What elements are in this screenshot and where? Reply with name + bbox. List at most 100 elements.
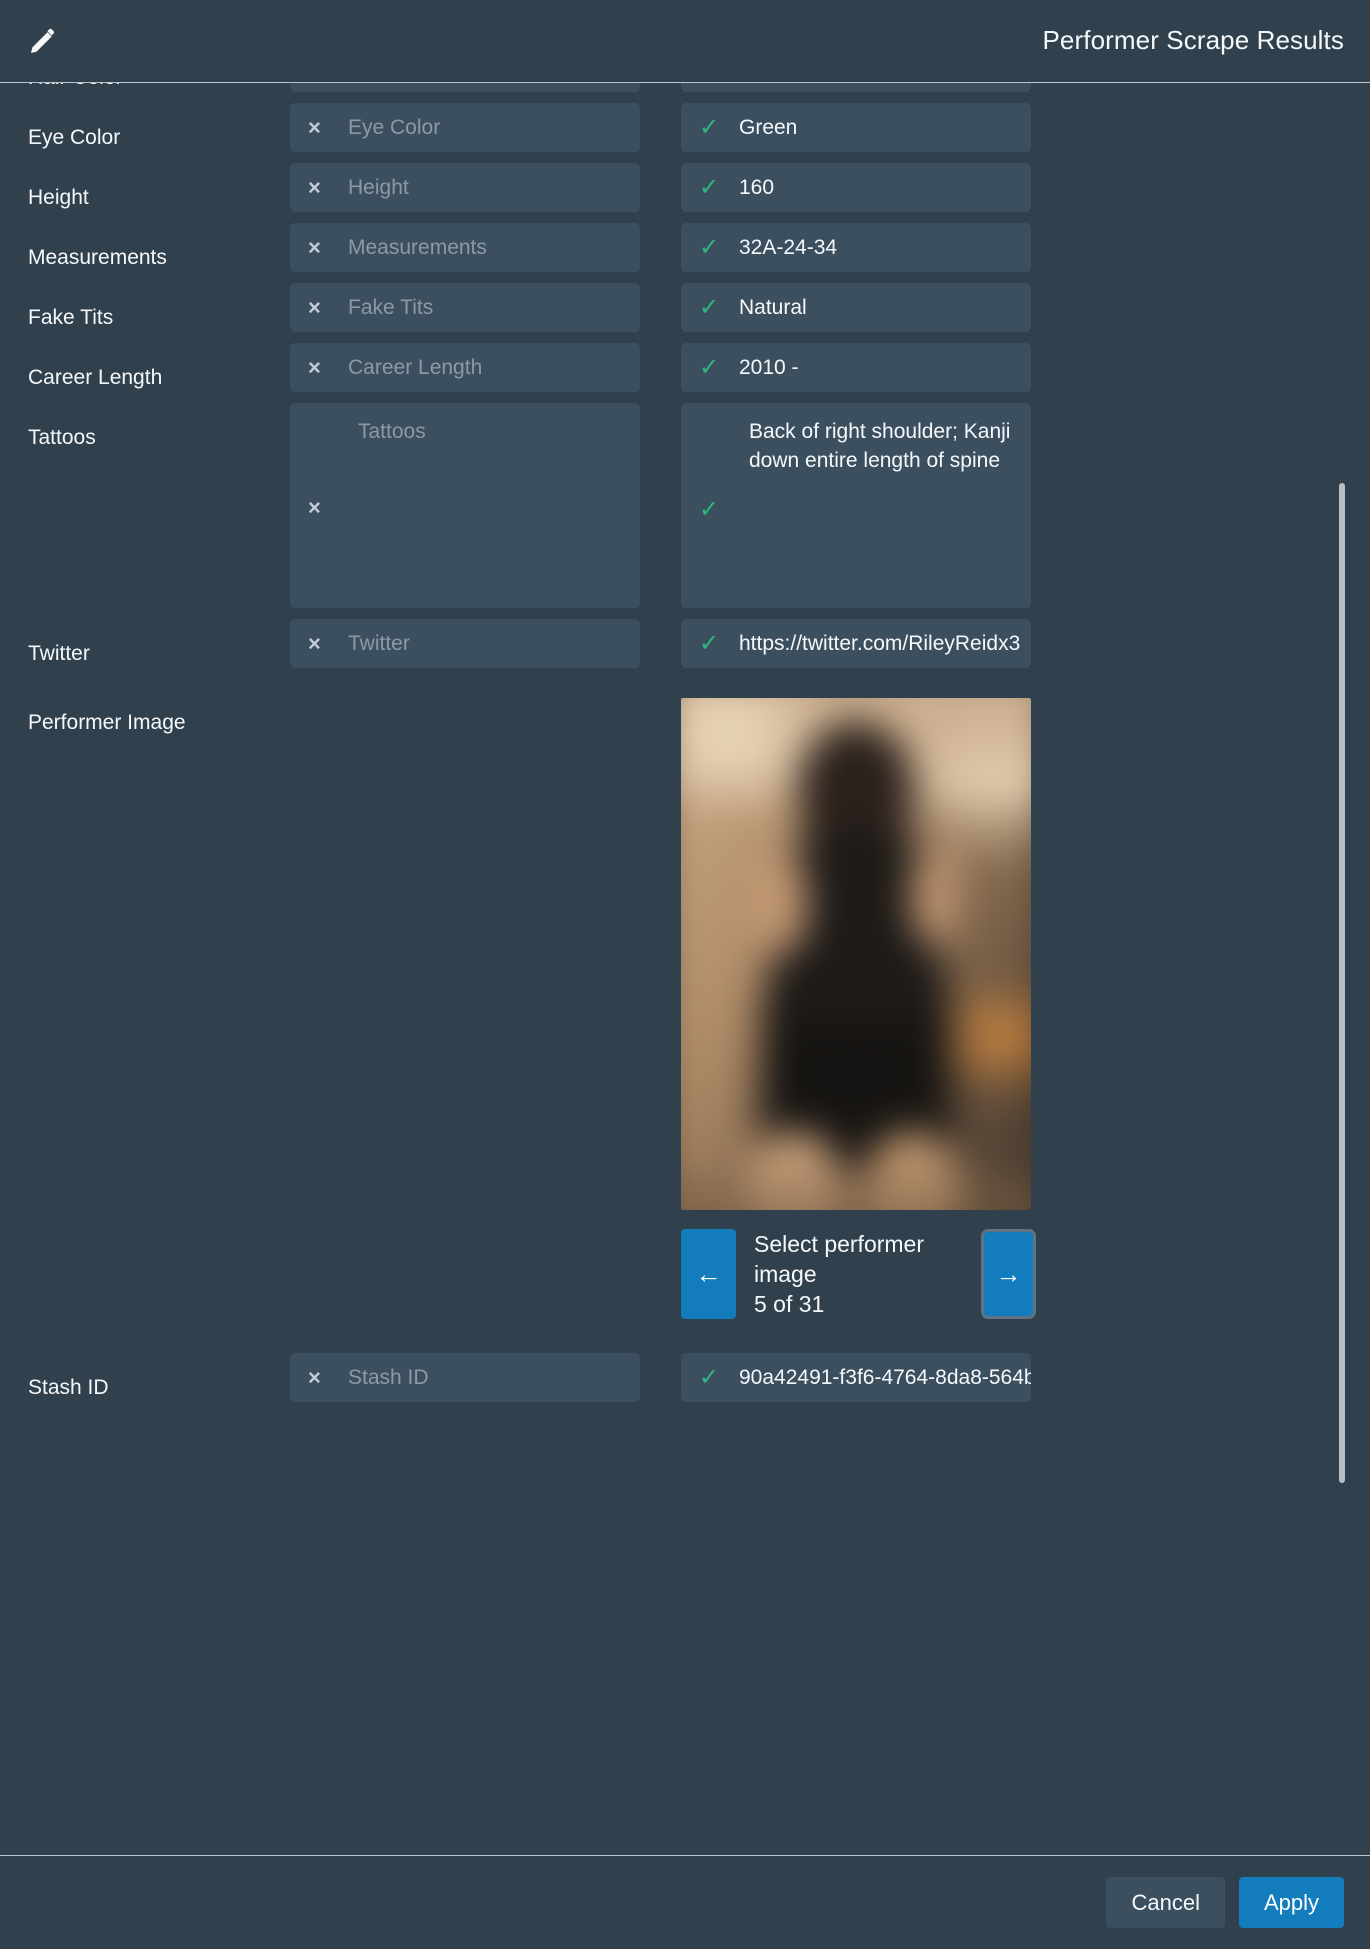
value-column: Back of right shoulder; Kanji down entir… (681, 403, 1031, 608)
value-column: ✓ Brunette (681, 83, 1031, 92)
field-column: × Measurements (290, 223, 640, 272)
form-row: Measurements × Measurements ✓ 32A-24-34 (0, 223, 1370, 272)
reject-icon[interactable]: × (308, 1366, 334, 1389)
scraped-stash-id[interactable]: ✓ 90a42491-f3f6-4764-8da8-564b (681, 1353, 1031, 1402)
scrollbar-track[interactable] (1339, 83, 1345, 1855)
accept-icon[interactable]: ✓ (699, 355, 725, 380)
form-row-performer-image: Performer Image ← Select performer image… (0, 698, 1370, 1319)
accept-icon[interactable]: ✓ (699, 495, 719, 524)
scraped-tattoos[interactable]: Back of right shoulder; Kanji down entir… (681, 403, 1031, 608)
input-placeholder: Height (348, 175, 409, 199)
form-row: Height × Height ✓ 160 (0, 163, 1370, 212)
value-column: ✓ 32A-24-34 (681, 223, 1031, 272)
input-eye-color[interactable]: × Eye Color (290, 103, 640, 152)
input-placeholder: Eye Color (348, 115, 441, 139)
form-row-stash-id: Stash ID × Stash ID ✓ 90a42491-f3f6-4764… (0, 1353, 1370, 1402)
apply-button[interactable]: Apply (1238, 1876, 1344, 1929)
reject-icon[interactable]: × (308, 632, 334, 655)
accept-icon[interactable]: ✓ (699, 631, 725, 656)
row-label: Hair Color (28, 83, 290, 91)
scraped-twitter[interactable]: ✓ https://twitter.com/RileyReidx3 (681, 619, 1031, 668)
accept-icon[interactable]: ✓ (699, 115, 725, 140)
modal-title: Performer Scrape Results (1042, 25, 1344, 56)
value-column: ✓ Natural (681, 283, 1031, 332)
accept-icon[interactable]: ✓ (699, 1365, 725, 1390)
cancel-button[interactable]: Cancel (1106, 1876, 1225, 1929)
row-label: Tattoos (28, 426, 96, 449)
input-hair-color[interactable]: × Hair Color (290, 83, 640, 92)
accept-icon[interactable]: ✓ (699, 295, 725, 320)
reject-icon[interactable]: × (308, 236, 334, 259)
row-label: Stash ID (28, 1376, 109, 1399)
scraped-eye-color[interactable]: ✓ Green (681, 103, 1031, 152)
performer-scrape-results-modal: Performer Scrape Results Hair Color × Ha… (0, 0, 1370, 1949)
accept-icon[interactable]: ✓ (699, 175, 725, 200)
input-placeholder: Measurements (348, 235, 487, 259)
pencil-icon[interactable] (28, 26, 58, 56)
scraped-value: Natural (739, 295, 807, 319)
performer-photo (681, 698, 1031, 1210)
input-tattoos[interactable]: Tattoos × (290, 403, 640, 608)
modal-header: Performer Scrape Results (0, 0, 1370, 83)
reject-icon[interactable]: × (308, 495, 321, 521)
image-nav-caption: Select performer image 5 of 31 (736, 1229, 981, 1319)
row-label: Height (28, 186, 89, 209)
value-column: ← Select performer image 5 of 31 → (681, 698, 1036, 1319)
form-row: Hair Color × Hair Color ✓ Brunette (0, 83, 1370, 92)
input-placeholder: Twitter (348, 631, 410, 655)
field-column: × Height (290, 163, 640, 212)
scraped-hair-color[interactable]: ✓ Brunette (681, 83, 1031, 92)
reject-icon[interactable]: × (308, 116, 334, 139)
field-column: Tattoos × (290, 403, 640, 608)
scraped-value: 2010 - (739, 355, 799, 379)
reject-icon[interactable]: × (308, 296, 334, 319)
form-row: Eye Color × Eye Color ✓ Green (0, 103, 1370, 152)
scraped-fake-tits[interactable]: ✓ Natural (681, 283, 1031, 332)
value-column: ✓ https://twitter.com/RileyReidx3 (681, 619, 1031, 668)
form-row: Career Length × Career Length ✓ 2010 - (0, 343, 1370, 392)
performer-image-preview[interactable] (681, 698, 1031, 1210)
scrollbar-thumb[interactable] (1339, 483, 1345, 1483)
form-row-tattoos: Tattoos Tattoos × Back of right shoulder… (0, 403, 1370, 608)
field-column: × Stash ID (290, 1353, 640, 1402)
value-column: ✓ Green (681, 103, 1031, 152)
field-column: × Fake Tits (290, 283, 640, 332)
form-row-twitter: Twitter × Twitter ✓ https://twitter.com/… (0, 619, 1370, 668)
scraped-height[interactable]: ✓ 160 (681, 163, 1031, 212)
scraped-value: https://twitter.com/RileyReidx3 (739, 631, 1021, 655)
value-column: ✓ 2010 - (681, 343, 1031, 392)
scraped-value: Green (739, 115, 798, 139)
scraped-value: 90a42491-f3f6-4764-8da8-564b (739, 1365, 1031, 1389)
image-count: 5 of 31 (754, 1291, 825, 1317)
input-fake-tits[interactable]: × Fake Tits (290, 283, 640, 332)
scroll-content: Hair Color × Hair Color ✓ Brunette Eye C… (0, 83, 1370, 1453)
performer-image-navigation: ← Select performer image 5 of 31 → (681, 1229, 1036, 1319)
reject-icon[interactable]: × (308, 176, 334, 199)
modal-footer: Cancel Apply (0, 1855, 1370, 1949)
input-twitter[interactable]: × Twitter (290, 619, 640, 668)
accept-icon[interactable]: ✓ (699, 235, 725, 260)
input-placeholder: Career Length (348, 355, 483, 379)
field-column: × Career Length (290, 343, 640, 392)
arrow-left-icon[interactable]: ← (681, 1229, 736, 1319)
row-label: Fake Tits (28, 306, 114, 329)
input-height[interactable]: × Height (290, 163, 640, 212)
field-column: × Hair Color (290, 83, 640, 92)
input-stash-id[interactable]: × Stash ID (290, 1353, 640, 1402)
input-career-length[interactable]: × Career Length (290, 343, 640, 392)
scraped-value: Back of right shoulder; Kanji down entir… (749, 420, 1011, 472)
input-placeholder: Stash ID (348, 1365, 429, 1389)
nav-caption-text: Select performer image (754, 1231, 925, 1287)
modal-body: Hair Color × Hair Color ✓ Brunette Eye C… (0, 83, 1370, 1855)
value-column: ✓ 160 (681, 163, 1031, 212)
scraped-career-length[interactable]: ✓ 2010 - (681, 343, 1031, 392)
input-placeholder: Tattoos (358, 420, 426, 443)
scraped-value: 160 (739, 175, 775, 199)
arrow-right-icon[interactable]: → (981, 1229, 1036, 1319)
field-column: × Eye Color (290, 103, 640, 152)
field-column: × Twitter (290, 619, 640, 668)
reject-icon[interactable]: × (308, 356, 334, 379)
input-measurements[interactable]: × Measurements (290, 223, 640, 272)
row-label: Eye Color (28, 126, 121, 149)
scraped-measurements[interactable]: ✓ 32A-24-34 (681, 223, 1031, 272)
